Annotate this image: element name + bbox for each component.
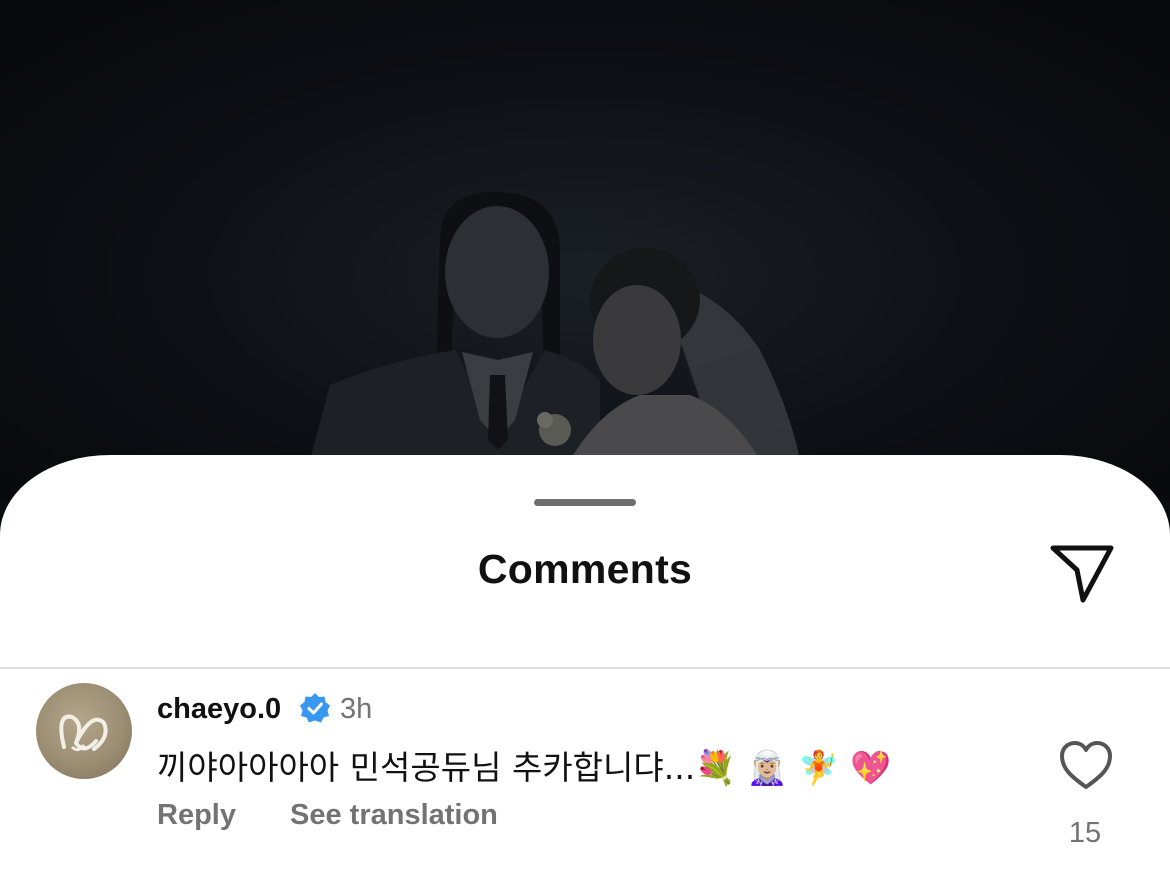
like-button[interactable] xyxy=(1058,739,1114,791)
emoji-elf: 🧝🏼‍♀️ xyxy=(746,748,788,787)
share-button[interactable] xyxy=(1044,539,1120,609)
avatar-ribbon-image xyxy=(59,714,108,752)
comment-body: 끼야아아아아 민석공듀님 추카합니댜...💐 🧝🏼‍♀️ 🧚 💖 xyxy=(157,741,891,789)
drag-handle[interactable] xyxy=(534,499,636,506)
comment-timestamp: 3h xyxy=(340,693,373,725)
avatar[interactable] xyxy=(36,683,132,779)
see-translation-button[interactable]: See translation xyxy=(290,799,498,832)
reply-button[interactable]: Reply xyxy=(157,799,236,832)
verified-badge-icon xyxy=(300,693,330,723)
comment-text: 끼야아아아아 민석공듀님 추카합니댜... xyxy=(157,748,696,787)
sheet-title: Comments xyxy=(477,546,693,592)
emoji-bouquet: 💐 xyxy=(695,748,737,787)
wedding-photo xyxy=(310,191,800,460)
divider xyxy=(0,667,1170,669)
emoji-sparkling-heart: 💖 xyxy=(850,748,892,787)
emoji-fairy: 🧚 xyxy=(798,748,840,787)
like-count: 15 xyxy=(1068,817,1102,849)
send-icon xyxy=(1050,545,1114,603)
heart-icon xyxy=(1060,741,1112,789)
comments-sheet: Comments chaeyo.0 3h 끼야아아아아 민석공듀님 추카합니댜.… xyxy=(0,455,1170,875)
comment-username[interactable]: chaeyo.0 xyxy=(157,693,281,726)
